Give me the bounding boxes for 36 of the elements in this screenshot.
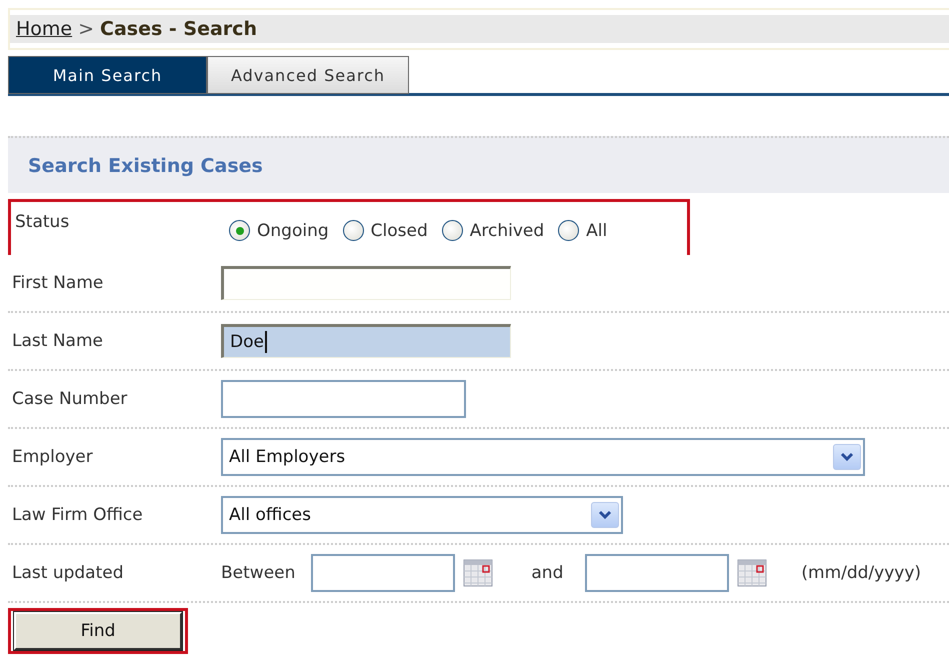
field-label: Law Firm Office	[11, 505, 144, 525]
radio-button[interactable]	[342, 220, 364, 241]
field-label: Status	[14, 211, 70, 232]
radio-button[interactable]	[558, 220, 580, 241]
calendar-icon[interactable]	[737, 559, 768, 587]
radio-label[interactable]: Ongoing	[257, 220, 329, 240]
radio-button[interactable]	[442, 220, 463, 241]
dropdown[interactable]: All offices	[221, 496, 623, 534]
field-label: Employer	[11, 447, 94, 467]
dropdown[interactable]: All Employers	[221, 438, 865, 476]
chevron-down-icon	[598, 510, 612, 520]
home-link[interactable]: Home	[16, 18, 72, 40]
text-field[interactable]: Doe	[221, 324, 511, 358]
and-label: and	[531, 563, 564, 583]
breadcrumb-separator: >	[78, 18, 94, 40]
chevron-down-icon	[840, 452, 854, 462]
radio-label[interactable]: Closed	[370, 220, 428, 240]
section-title: Search Existing Cases	[28, 154, 263, 176]
field-label: Last updated	[11, 563, 125, 583]
text-field[interactable]	[221, 380, 466, 418]
page-title: Cases - Search	[100, 18, 257, 40]
date-field[interactable]	[311, 554, 456, 592]
field-label: Case Number	[11, 389, 128, 409]
text-field[interactable]	[221, 266, 511, 300]
radio-button[interactable]	[229, 220, 250, 241]
tab[interactable]: Advanced Search	[207, 56, 409, 94]
date-format-hint: (mm/dd/yyyy)	[801, 563, 922, 583]
between-label: Between	[221, 563, 296, 583]
tab[interactable]: Main Search	[8, 56, 207, 94]
radio-label[interactable]: Archived	[470, 220, 544, 240]
field-label: First Name	[11, 273, 104, 293]
field-label: Last Name	[11, 331, 104, 351]
radio-label[interactable]: All	[586, 220, 608, 240]
calendar-icon[interactable]	[463, 559, 494, 587]
date-field[interactable]	[585, 554, 730, 592]
find-button[interactable]: Find	[14, 612, 182, 650]
